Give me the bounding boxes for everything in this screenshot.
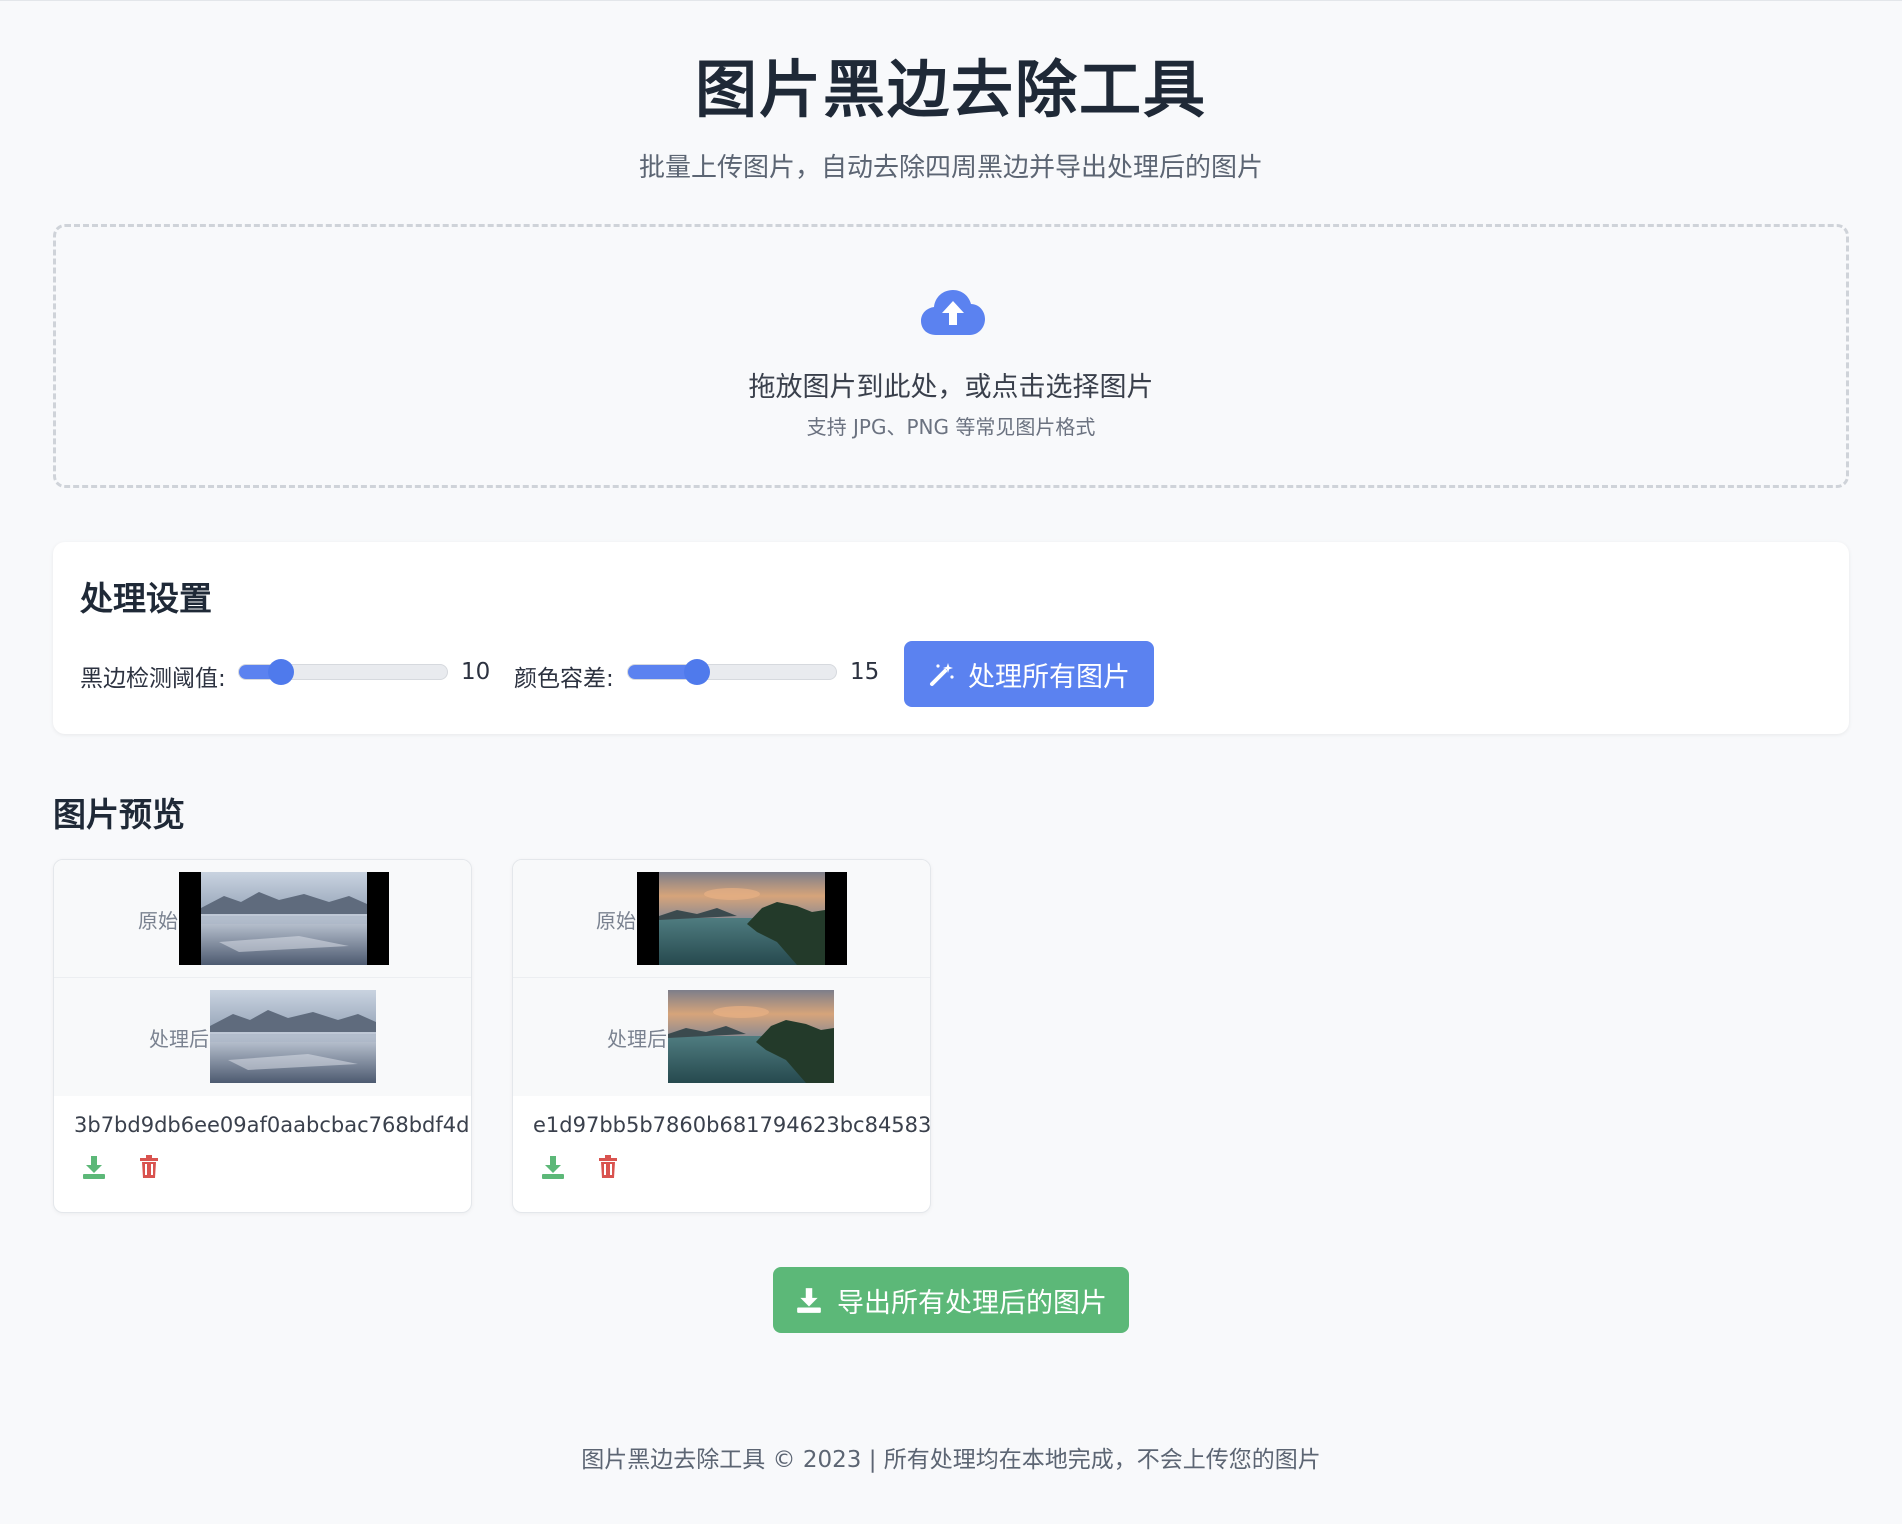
threshold-value: 10 <box>461 659 491 685</box>
image-filename: 3b7bd9db6ee09af0aabcbac768bdf4d... <box>74 1113 472 1137</box>
original-image-row: 原始 <box>513 860 930 978</box>
upload-dropzone[interactable]: 拖放图片到此处，或点击选择图片 支持 JPG、PNG 等常见图片格式 <box>53 224 1849 488</box>
tolerance-slider[interactable] <box>627 659 837 685</box>
threshold-slider[interactable] <box>238 659 448 685</box>
tolerance-slider-thumb[interactable] <box>683 659 710 685</box>
download-icon[interactable] <box>540 1154 566 1180</box>
preview-title: 图片预览 <box>53 795 185 834</box>
export-all-label: 导出所有处理后的图片 <box>837 1287 1107 1319</box>
image-filename: e1d97bb5b7860b681794623bc84583f... <box>533 1113 931 1137</box>
page-header: 图片黑边去除工具 批量上传图片，自动去除四周黑边并导出处理后的图片 <box>0 52 1902 184</box>
original-label: 原始 <box>596 909 636 933</box>
original-image-row: 原始 <box>54 860 471 978</box>
image-card: 原始 处理后 <box>53 859 472 1213</box>
page-subtitle: 批量上传图片，自动去除四周黑边并导出处理后的图片 <box>638 153 1263 183</box>
trash-icon[interactable] <box>595 1154 621 1180</box>
processed-image <box>210 990 376 1083</box>
tolerance-label: 颜色容差: <box>514 666 614 692</box>
processed-label: 处理后 <box>149 1027 209 1051</box>
cloud-upload-icon <box>921 290 985 335</box>
download-icon[interactable] <box>81 1154 107 1180</box>
process-all-label: 处理所有图片 <box>968 661 1130 693</box>
footer: 图片黑边去除工具 © 2023 | 所有处理均在本地完成，不会上传您的图片 <box>581 1447 1321 1473</box>
threshold-slider-thumb[interactable] <box>267 659 294 685</box>
processed-label: 处理后 <box>607 1027 667 1051</box>
settings-panel: 处理设置 黑边检测阈值: 10 颜色容差: 15 处理所有图片 <box>53 542 1849 734</box>
processed-image-row: 处理后 <box>54 978 471 1096</box>
processed-image <box>668 990 834 1083</box>
original-label: 原始 <box>138 909 178 933</box>
image-card: 原始 处理后 <box>512 859 931 1213</box>
dropzone-hint: 支持 JPG、PNG 等常见图片格式 <box>806 415 1096 439</box>
original-image <box>179 872 389 965</box>
threshold-label: 黑边检测阈值: <box>80 666 226 692</box>
original-image <box>637 872 847 965</box>
trash-icon[interactable] <box>136 1154 162 1180</box>
magic-wand-icon <box>930 663 954 686</box>
download-icon <box>797 1288 821 1313</box>
top-border <box>0 0 1902 1</box>
settings-title: 处理设置 <box>80 579 212 618</box>
processed-image-row: 处理后 <box>513 978 930 1096</box>
process-all-button[interactable]: 处理所有图片 <box>904 641 1154 707</box>
export-all-button[interactable]: 导出所有处理后的图片 <box>773 1267 1129 1333</box>
tolerance-value: 15 <box>850 659 880 685</box>
dropzone-text: 拖放图片到此处，或点击选择图片 <box>748 372 1154 403</box>
page-title: 图片黑边去除工具 <box>694 53 1207 126</box>
